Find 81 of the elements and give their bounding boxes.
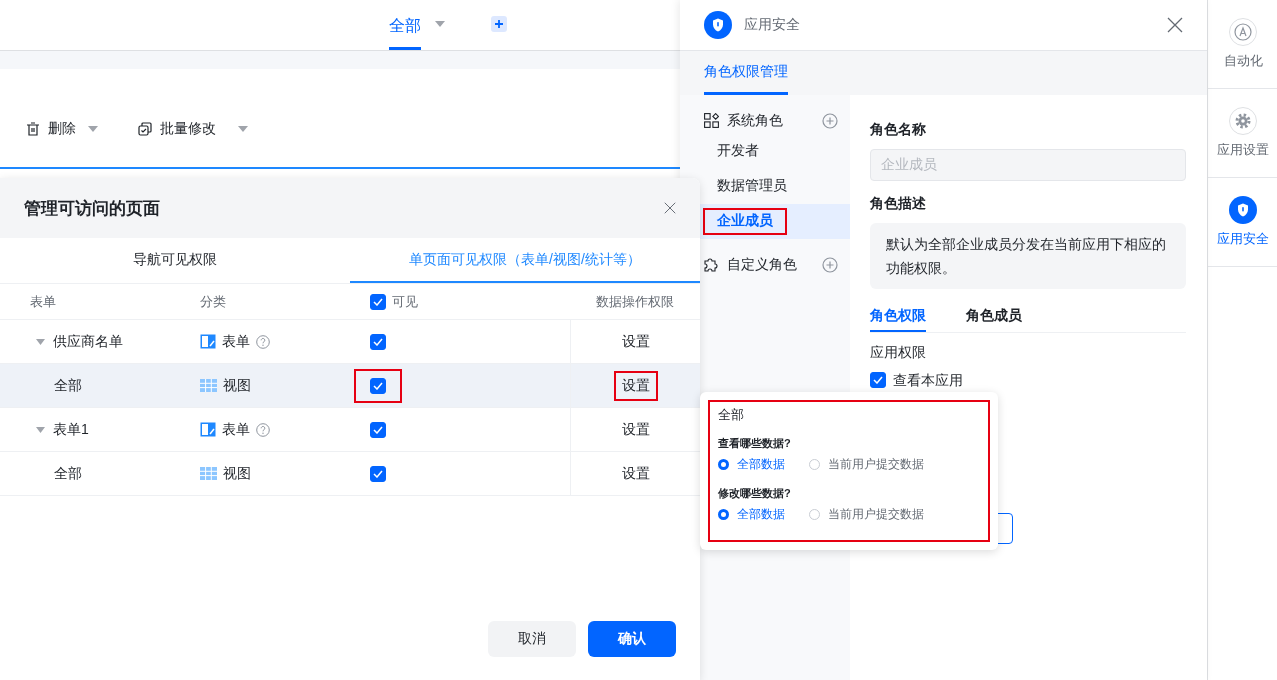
checkmark-icon bbox=[373, 337, 383, 346]
column-header: 数据操作权限 bbox=[570, 284, 700, 320]
form-name: 表单1 bbox=[53, 420, 89, 439]
category-text: 表单 bbox=[222, 332, 250, 351]
toolbar-button[interactable]: 删除 bbox=[26, 119, 98, 139]
field-label: 角色描述 bbox=[870, 195, 927, 213]
settings-link[interactable]: 设置 bbox=[613, 326, 658, 357]
radio-option[interactable]: 当前用户提交数据 bbox=[809, 507, 924, 522]
close-button[interactable] bbox=[1167, 17, 1183, 33]
visible-checkbox[interactable] bbox=[370, 333, 386, 350]
confirm-button[interactable]: 确认 bbox=[588, 621, 676, 657]
radio-option[interactable]: 全部数据 bbox=[718, 457, 785, 472]
toolbar-button[interactable]: 批量修改 bbox=[138, 119, 248, 139]
permission-checkbox[interactable] bbox=[870, 372, 886, 388]
visible-checkbox[interactable] bbox=[370, 421, 386, 438]
section-label: 应用权限 bbox=[870, 343, 927, 361]
checkmark-icon bbox=[373, 469, 383, 478]
visible-checkbox[interactable] bbox=[370, 377, 386, 394]
close-icon bbox=[1167, 17, 1183, 33]
dialog-tab[interactable]: 单页面可见权限（表单/视图/统计等） bbox=[350, 238, 700, 283]
radio-option[interactable]: 全部数据 bbox=[718, 507, 785, 522]
sidebar-item[interactable]: 自动化 bbox=[1208, 0, 1277, 89]
permission-label: 查看本应用 bbox=[893, 371, 963, 389]
close-button[interactable] bbox=[664, 202, 676, 214]
settings-link[interactable]: 设置 bbox=[613, 414, 658, 445]
settings-link[interactable]: 设置 bbox=[613, 458, 658, 489]
close-icon bbox=[664, 202, 676, 214]
question-label: 查看哪些数据? bbox=[718, 436, 792, 451]
column-header: 可见 bbox=[392, 292, 418, 311]
popover-title: 全部 bbox=[718, 406, 745, 424]
detail-tab[interactable]: 角色成员 bbox=[966, 307, 1022, 332]
form-name: 全部 bbox=[54, 376, 82, 395]
table-icon bbox=[200, 467, 217, 480]
plus-icon bbox=[494, 19, 504, 29]
question-label: 修改哪些数据? bbox=[718, 486, 792, 501]
add-icon[interactable] bbox=[822, 112, 838, 129]
caret-icon bbox=[88, 126, 98, 132]
checkmark-icon bbox=[873, 376, 883, 384]
sidebar-item[interactable]: 应用安全 bbox=[1208, 178, 1277, 267]
expand-caret-icon[interactable] bbox=[36, 426, 45, 433]
role-item[interactable]: 开发者 bbox=[680, 134, 850, 169]
column-header: 分类 bbox=[200, 284, 370, 320]
automation-icon bbox=[1229, 18, 1257, 46]
table-icon bbox=[200, 379, 217, 392]
copy-check-icon bbox=[138, 122, 152, 136]
expand-caret-icon[interactable] bbox=[36, 338, 45, 345]
form-name: 供应商名单 bbox=[53, 332, 123, 351]
caret-icon bbox=[238, 126, 248, 132]
form-icon bbox=[200, 334, 216, 349]
trash-icon bbox=[26, 122, 40, 136]
role-group-label: 系统角色 bbox=[727, 111, 784, 130]
shield-icon bbox=[704, 11, 732, 39]
puzzle-icon bbox=[704, 257, 719, 272]
form-icon bbox=[200, 422, 216, 437]
visible-checkbox[interactable] bbox=[370, 465, 386, 482]
panel-title: 应用安全 bbox=[744, 16, 801, 34]
add-view-button[interactable] bbox=[491, 16, 507, 32]
category-text: 表单 bbox=[222, 420, 250, 439]
role-description: 默认为全部企业成员分发在当前应用下相应的功能权限。 bbox=[870, 223, 1186, 289]
role-item[interactable]: 数据管理员 bbox=[680, 169, 850, 204]
cancel-button[interactable]: 取消 bbox=[488, 621, 576, 657]
caret-icon bbox=[435, 21, 445, 27]
grid-icon bbox=[704, 113, 719, 128]
add-icon[interactable] bbox=[822, 256, 838, 273]
column-header: 表单 bbox=[0, 284, 200, 320]
radio-option[interactable]: 当前用户提交数据 bbox=[809, 457, 924, 472]
gear-icon bbox=[1229, 107, 1257, 135]
category-text: 视图 bbox=[223, 464, 251, 483]
dialog-title: 管理可访问的页面 bbox=[24, 197, 160, 220]
select-all-checkbox[interactable] bbox=[370, 293, 386, 310]
form-name: 全部 bbox=[54, 464, 82, 483]
sidebar-item[interactable]: 应用设置 bbox=[1208, 89, 1277, 178]
category-text: 视图 bbox=[223, 376, 251, 395]
detail-tab[interactable]: 角色权限 bbox=[870, 307, 926, 332]
checkmark-icon bbox=[373, 425, 383, 434]
settings-link[interactable]: 设置 bbox=[613, 370, 658, 401]
role-group-label: 自定义角色 bbox=[727, 255, 798, 274]
checkmark-icon bbox=[373, 381, 383, 390]
dialog-tab[interactable]: 导航可见权限 bbox=[0, 238, 350, 283]
field-label: 角色名称 bbox=[870, 121, 927, 139]
checkmark-icon bbox=[373, 297, 383, 306]
